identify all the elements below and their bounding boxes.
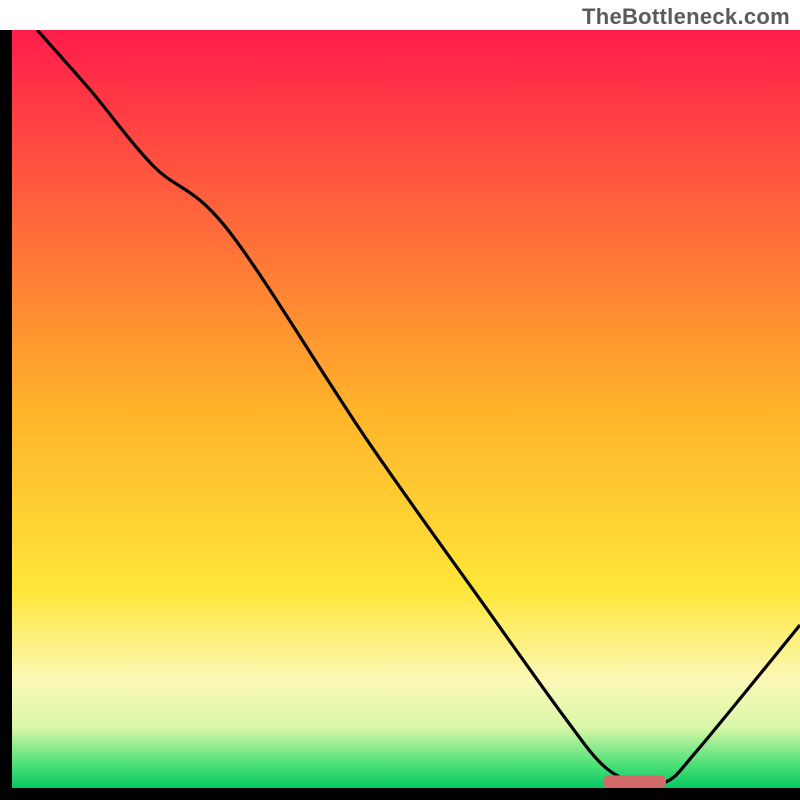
optimal-marker xyxy=(603,775,666,788)
attribution-text: TheBottleneck.com xyxy=(582,4,790,30)
gradient-background xyxy=(12,30,800,788)
bottleneck-chart xyxy=(0,0,800,800)
chart-container: TheBottleneck.com xyxy=(0,0,800,800)
